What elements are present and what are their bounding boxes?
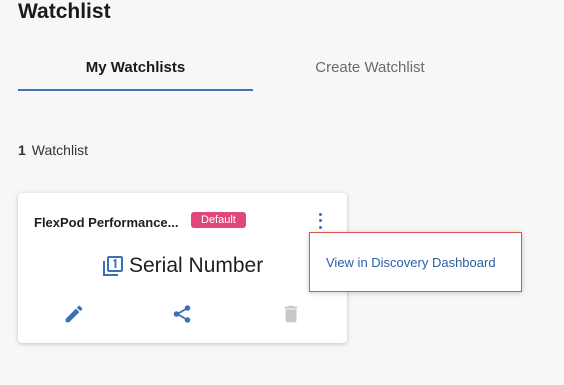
menu-item-view-in-discovery-dashboard[interactable]: View in Discovery Dashboard — [326, 255, 496, 270]
tab-create-watchlist[interactable]: Create Watchlist — [270, 58, 470, 94]
trash-icon — [284, 305, 298, 323]
watchlist-count-label: Watchlist — [31, 142, 89, 158]
metric-label: Serial Number — [129, 254, 264, 277]
page-title: Watchlist — [18, 0, 111, 23]
tab-my-watchlists[interactable]: My Watchlists — [18, 58, 253, 94]
watchlist-card: FlexPod Performance... Default Serial Nu… — [18, 193, 347, 343]
watchlist-metric: Serial Number — [102, 254, 263, 278]
watchlist-count-number: 1 — [18, 142, 26, 158]
default-badge: Default — [191, 212, 246, 228]
more-options-icon[interactable] — [314, 211, 326, 231]
watchlist-page: Watchlist My Watchlists Create Watchlist… — [0, 0, 564, 385]
watchlist-name: FlexPod Performance... — [34, 215, 179, 230]
share-icon[interactable] — [171, 303, 193, 325]
watchlist-count: 1 Watchlist — [18, 142, 88, 158]
pencil-icon[interactable] — [63, 303, 85, 325]
options-dropdown: View in Discovery Dashboard — [309, 232, 522, 292]
numbered-list-icon — [103, 256, 123, 276]
